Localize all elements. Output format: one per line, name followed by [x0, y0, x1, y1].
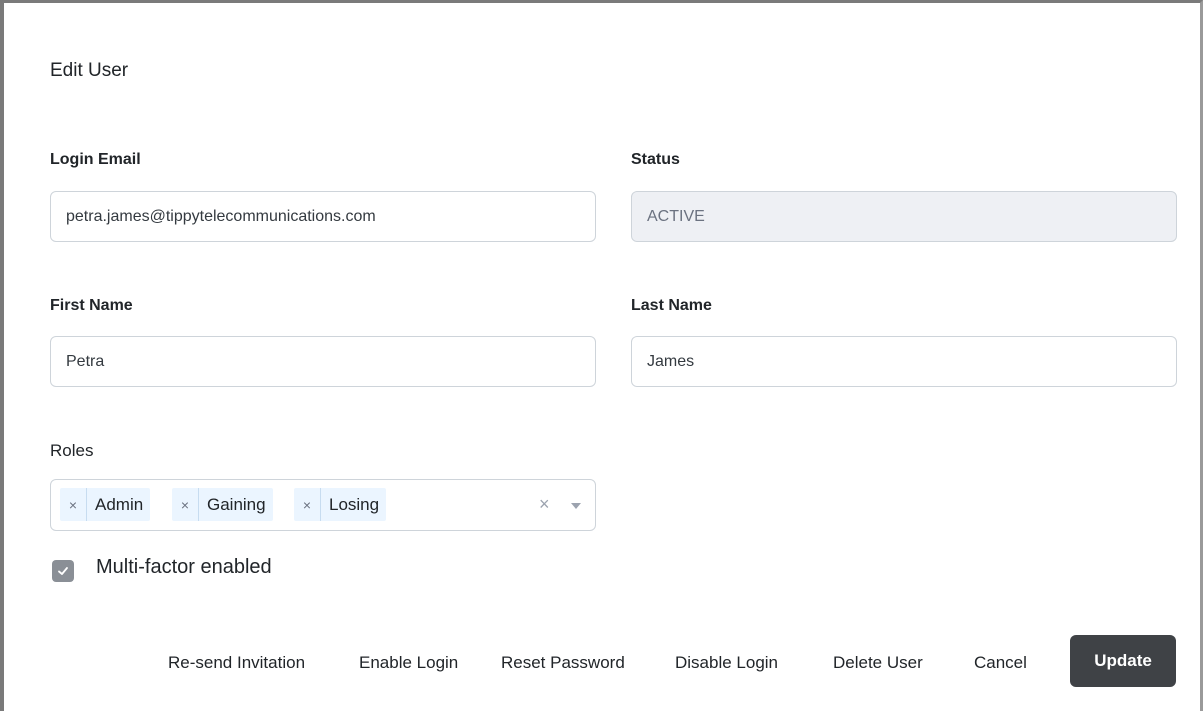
check-icon	[58, 567, 68, 575]
update-button[interactable]: Update	[1070, 635, 1176, 687]
remove-role-losing-icon[interactable]: ×	[294, 488, 321, 521]
role-chip-label: Gaining	[207, 494, 266, 514]
login-email-label: Login Email	[50, 151, 141, 168]
dialog-title: Edit User	[50, 60, 129, 81]
delete-user-button[interactable]: Delete User	[833, 653, 923, 673]
mfa-label: Multi-factor enabled	[96, 556, 272, 578]
role-chip-losing: × Losing	[294, 488, 387, 521]
reset-password-button[interactable]: Reset Password	[501, 653, 625, 673]
roles-multiselect[interactable]: × Admin × Gaining × Losing ×	[50, 479, 596, 531]
cancel-button[interactable]: Cancel	[974, 653, 1027, 673]
status-label: Status	[631, 151, 680, 168]
edit-user-dialog: Edit User Login Email Status First Name …	[0, 0, 1203, 711]
remove-role-admin-icon[interactable]: ×	[60, 488, 87, 521]
roles-label: Roles	[50, 441, 94, 460]
last-name-field[interactable]	[631, 336, 1177, 387]
clear-roles-icon[interactable]: ×	[539, 494, 550, 515]
remove-role-gaining-icon[interactable]: ×	[172, 488, 199, 521]
role-chip-label: Losing	[329, 494, 380, 514]
login-email-field[interactable]	[50, 191, 596, 242]
mfa-checkbox[interactable]	[52, 560, 74, 582]
first-name-field[interactable]	[50, 336, 596, 387]
chevron-down-icon[interactable]	[571, 503, 581, 509]
status-field	[631, 191, 1177, 242]
role-chip-gaining: × Gaining	[172, 488, 273, 521]
first-name-label: First Name	[50, 297, 133, 314]
last-name-label: Last Name	[631, 297, 712, 314]
disable-login-button[interactable]: Disable Login	[675, 653, 778, 673]
enable-login-button[interactable]: Enable Login	[359, 653, 458, 673]
role-chip-admin: × Admin	[60, 488, 151, 521]
role-chip-label: Admin	[95, 494, 144, 514]
resend-invitation-button[interactable]: Re-send Invitation	[168, 653, 305, 673]
